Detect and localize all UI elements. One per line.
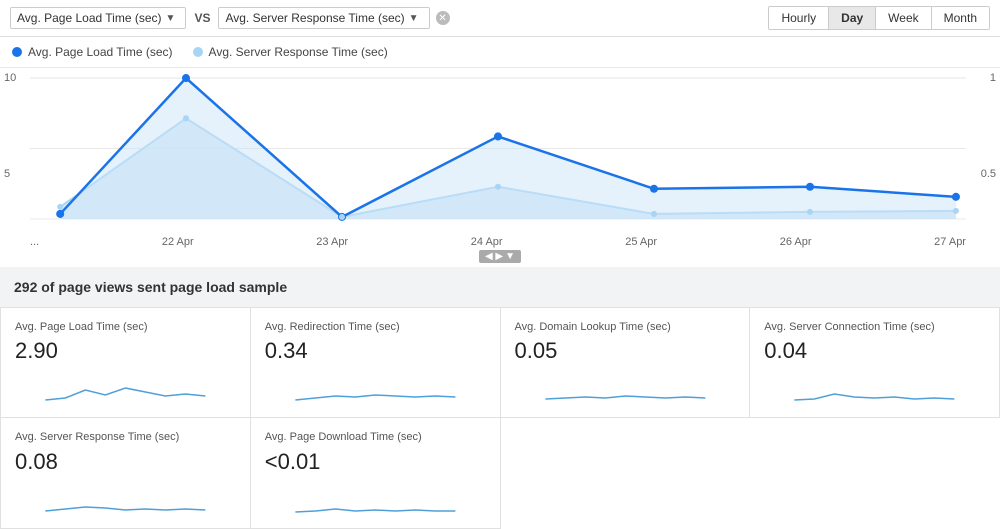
card-4-title: Avg. Server Response Time (sec) (15, 430, 236, 444)
dot-server-0 (57, 204, 63, 210)
chart-legend: Avg. Page Load Time (sec) Avg. Server Re… (0, 37, 1000, 67)
stats-bar: 292 of page views sent page load sample (0, 267, 1000, 308)
metric2-close-button[interactable]: ✕ (436, 11, 450, 25)
chart-svg (30, 68, 966, 229)
scroll-indicator[interactable]: ◀ ▶ ▼ (479, 250, 521, 263)
card-3-title: Avg. Server Connection Time (sec) (764, 320, 985, 334)
legend-item-2: Avg. Server Response Time (sec) (193, 45, 388, 59)
week-button[interactable]: Week (876, 7, 931, 29)
legend-dot-2 (193, 47, 203, 57)
x-label-3: 24 Apr (471, 236, 503, 248)
card-4-value: 0.08 (15, 449, 236, 475)
metric-card-2: Avg. Domain Lookup Time (sec) 0.05 (501, 308, 751, 418)
metric2-select[interactable]: Avg. Server Response Time (sec) ▼ (218, 7, 429, 29)
x-label-2: 23 Apr (316, 236, 348, 248)
chart-svg-container (0, 68, 1000, 232)
card-3-value: 0.04 (764, 338, 985, 364)
x-axis: ... 22 Apr 23 Apr 24 Apr 25 Apr 26 Apr 2… (0, 232, 1000, 250)
dot-server-6 (953, 208, 959, 214)
metric2-label: Avg. Server Response Time (sec) (225, 11, 404, 25)
card-2-title: Avg. Domain Lookup Time (sec) (515, 320, 736, 334)
legend-label-1: Avg. Page Load Time (sec) (28, 45, 173, 59)
card-4-sparkline (15, 481, 236, 517)
legend-dot-1 (12, 47, 22, 57)
card-0-sparkline (15, 370, 236, 406)
day-button[interactable]: Day (829, 7, 876, 29)
x-label-1: 22 Apr (162, 236, 194, 248)
metric1-arrow: ▼ (166, 13, 176, 24)
metric1-select[interactable]: Avg. Page Load Time (sec) ▼ (10, 7, 186, 29)
month-button[interactable]: Month (932, 7, 989, 29)
toolbar: Avg. Page Load Time (sec) ▼ VS Avg. Serv… (0, 0, 1000, 37)
metric-card-5: Avg. Page Download Time (sec) <0.01 (251, 418, 501, 528)
time-period-buttons: Hourly Day Week Month (768, 6, 990, 30)
vs-label: VS (194, 11, 210, 25)
chart-area: 10 5 1 0.5 (0, 67, 1000, 267)
dot-server-2 (339, 214, 345, 220)
metric-card-4: Avg. Server Response Time (sec) 0.08 (1, 418, 251, 528)
card-0-title: Avg. Page Load Time (sec) (15, 320, 236, 334)
card-5-sparkline (265, 481, 486, 517)
x-label-0: ... (30, 236, 39, 248)
dot-pageload-5 (806, 183, 814, 191)
card-2-sparkline (515, 370, 736, 406)
card-1-title: Avg. Redirection Time (sec) (265, 320, 486, 334)
x-label-5: 26 Apr (780, 236, 812, 248)
metric2-arrow: ▼ (409, 13, 419, 24)
dot-pageload-0 (56, 210, 64, 218)
card-5-value: <0.01 (265, 449, 486, 475)
card-2-value: 0.05 (515, 338, 736, 364)
dot-server-5 (807, 209, 813, 215)
card-1-sparkline (265, 370, 486, 406)
hourly-button[interactable]: Hourly (769, 7, 829, 29)
stats-text: 292 of page views sent page load sample (14, 279, 287, 295)
dot-server-1 (183, 115, 189, 121)
card-0-value: 2.90 (15, 338, 236, 364)
x-label-6: 27 Apr (934, 236, 966, 248)
x-label-4: 25 Apr (625, 236, 657, 248)
card-1-value: 0.34 (265, 338, 486, 364)
legend-label-2: Avg. Server Response Time (sec) (209, 45, 388, 59)
dot-pageload-1 (182, 74, 190, 82)
metric-card-1: Avg. Redirection Time (sec) 0.34 (251, 308, 501, 418)
metric-card-0: Avg. Page Load Time (sec) 2.90 (1, 308, 251, 418)
dot-pageload-6 (952, 193, 960, 201)
dot-server-3 (495, 184, 501, 190)
metric-card-3: Avg. Server Connection Time (sec) 0.04 (750, 308, 1000, 418)
card-5-title: Avg. Page Download Time (sec) (265, 430, 486, 444)
dot-server-4 (651, 211, 657, 217)
legend-item-1: Avg. Page Load Time (sec) (12, 45, 173, 59)
scroll-indicator-row: ◀ ▶ ▼ (0, 250, 1000, 267)
metric1-label: Avg. Page Load Time (sec) (17, 11, 162, 25)
scroll-indicator-arrow: ▼ (505, 251, 515, 262)
dot-pageload-3 (494, 132, 502, 140)
scroll-indicator-text: ◀ ▶ (485, 251, 503, 262)
dot-pageload-4 (650, 185, 658, 193)
metrics-cards-grid: Avg. Page Load Time (sec) 2.90 Avg. Redi… (0, 308, 1000, 529)
card-3-sparkline (764, 370, 985, 406)
